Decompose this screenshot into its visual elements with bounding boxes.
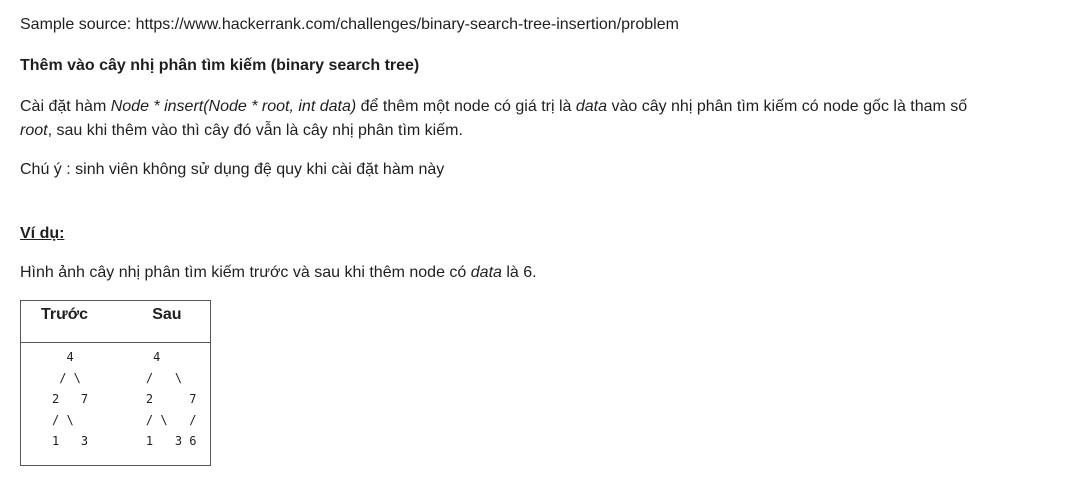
- note-line: Chú ý : sinh viên không sử dụng đệ quy k…: [20, 161, 445, 178]
- root-term: root: [20, 122, 48, 139]
- example-desc-text-1: Hình ảnh cây nhị phân tìm kiếm trước và …: [20, 264, 471, 281]
- description-text-3: vào cây nhị phân tìm kiếm có node gốc là…: [607, 98, 968, 115]
- problem-title: Thêm vào cây nhị phân tìm kiếm (binary s…: [20, 57, 420, 74]
- example-desc-text-2: là 6.: [501, 264, 537, 281]
- description-paragraph: Cài đặt hàm Node * insert(Node * root, i…: [20, 95, 1047, 143]
- function-signature: Node * insert(Node * root, int data): [110, 98, 357, 115]
- example-heading: Ví dụ:: [20, 225, 65, 242]
- source-line: Sample source: https://www.hackerrank.co…: [20, 16, 679, 33]
- description-text-1: Cài đặt hàm: [20, 98, 111, 115]
- tree-cell: 4 4 / \ / \ 2 7 2 7 / \ / \ / 1 3 1 3 6: [21, 343, 211, 466]
- table-row: 4 4 / \ / \ 2 7 2 7 / \ / \ / 1 3 1 3 6: [21, 343, 211, 466]
- data-term: data: [575, 98, 607, 115]
- example-tree-table: Trước Sau 4 4 / \ / \ 2 7 2 7 / \ / \ / …: [20, 300, 211, 466]
- description-text-4: , sau khi thêm vào thì cây đó vẫn là cây…: [47, 122, 463, 139]
- problem-statement: Sample source: https://www.hackerrank.co…: [0, 0, 1067, 493]
- example-data-term: data: [470, 264, 502, 281]
- example-description: Hình ảnh cây nhị phân tìm kiếm trước và …: [20, 262, 1047, 284]
- header-after: Sau: [152, 300, 211, 343]
- table-header-row: Trước Sau: [20, 300, 211, 343]
- description-text-2: để thêm một node có giá trị là: [356, 98, 576, 115]
- header-before: Trước: [20, 300, 153, 343]
- tree-diagrams: 4 4 / \ / \ 2 7 2 7 / \ / \ / 1 3 1 3 6: [52, 350, 197, 448]
